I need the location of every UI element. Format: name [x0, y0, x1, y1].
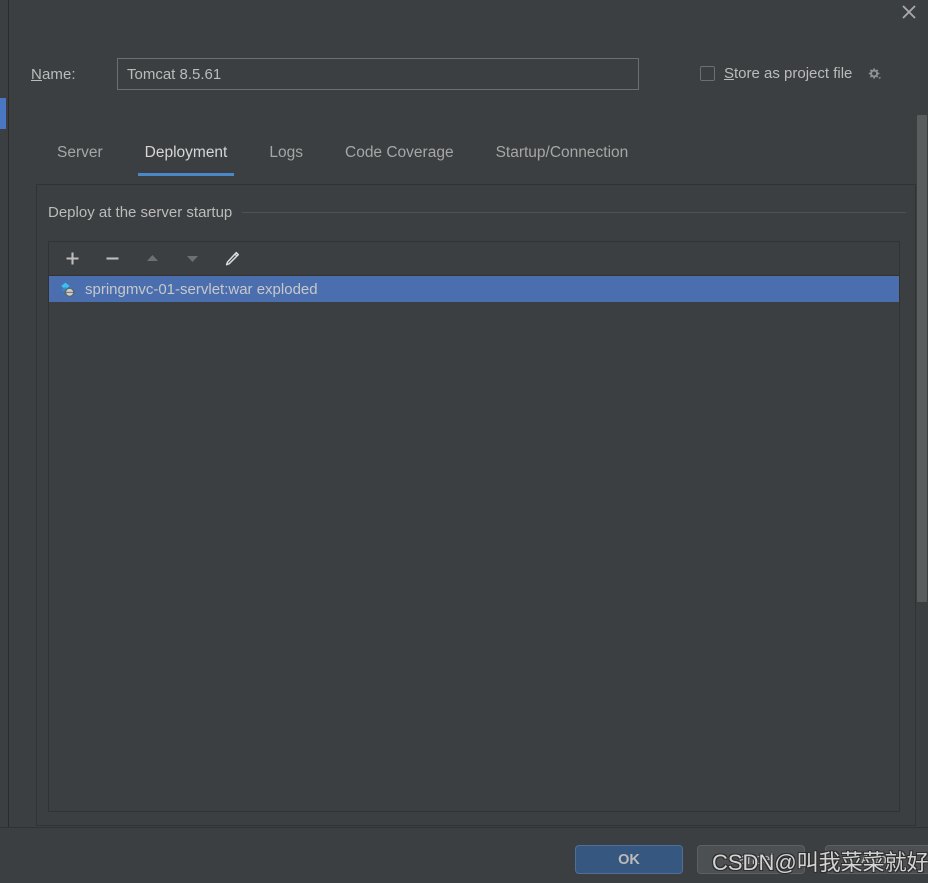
tab-logs[interactable]: Logs	[248, 138, 324, 176]
left-rail	[0, 0, 9, 883]
left-selection-marker	[0, 98, 6, 129]
tab-server-label: Server	[57, 144, 103, 161]
store-as-project-file-checkbox[interactable]: Store as project file	[700, 64, 882, 82]
tab-deployment[interactable]: Deployment	[124, 138, 249, 176]
edit-button[interactable]	[219, 246, 245, 272]
tab-startup-connection[interactable]: Startup/Connection	[475, 138, 650, 176]
run-debug-configurations-dialog: Name: Store as project file Server Deplo…	[0, 0, 928, 883]
add-button[interactable]	[59, 246, 85, 272]
vertical-scrollbar[interactable]	[916, 0, 928, 883]
ok-button[interactable]: OK	[575, 845, 683, 874]
name-label-rest: ame:	[41, 66, 76, 83]
artifacts-listbox: springmvc-01-servlet:war exploded	[48, 241, 900, 812]
tab-code-coverage[interactable]: Code Coverage	[324, 138, 475, 176]
artifacts-toolbar	[49, 242, 899, 276]
configuration-tabs: Server Deployment Logs Code Coverage Sta…	[36, 138, 916, 184]
artifact-web-icon	[59, 281, 76, 298]
remove-button[interactable]	[99, 246, 125, 272]
list-item-label: springmvc-01-servlet:war exploded	[85, 280, 318, 298]
cancel-button[interactable]: Cancel	[697, 845, 805, 874]
name-label: Name:	[31, 66, 76, 83]
name-input[interactable]	[117, 58, 639, 90]
move-up-button[interactable]	[139, 246, 165, 272]
gear-icon[interactable]	[864, 64, 882, 82]
dialog-button-bar: OK Cancel Apply	[0, 827, 928, 883]
list-item[interactable]: springmvc-01-servlet:war exploded	[49, 276, 899, 302]
deploy-group-title: Deploy at the server startup	[48, 204, 233, 221]
tab-code-coverage-label: Code Coverage	[345, 144, 454, 161]
tab-startup-connection-label: Startup/Connection	[495, 144, 629, 161]
move-down-button[interactable]	[179, 246, 205, 272]
group-separator-line	[242, 212, 906, 213]
deploy-group-header: Deploy at the server startup	[48, 204, 906, 221]
name-label-mnemonic: N	[31, 66, 42, 83]
checkbox-box[interactable]	[700, 65, 715, 81]
scrollbar-thumb[interactable]	[917, 115, 927, 602]
tab-server[interactable]: Server	[36, 138, 124, 176]
store-label-mnemonic: S	[724, 64, 735, 82]
store-label-rest: tore as project file	[734, 64, 853, 82]
artifacts-list-body: springmvc-01-servlet:war exploded	[49, 276, 899, 811]
tab-logs-label: Logs	[269, 144, 303, 161]
deployment-panel: Deploy at the server startup springmvc-0…	[36, 184, 916, 826]
tab-deployment-label: Deployment	[144, 144, 228, 161]
store-as-project-file-label: Store as project file	[724, 65, 852, 82]
apply-button[interactable]: Apply	[825, 845, 928, 874]
